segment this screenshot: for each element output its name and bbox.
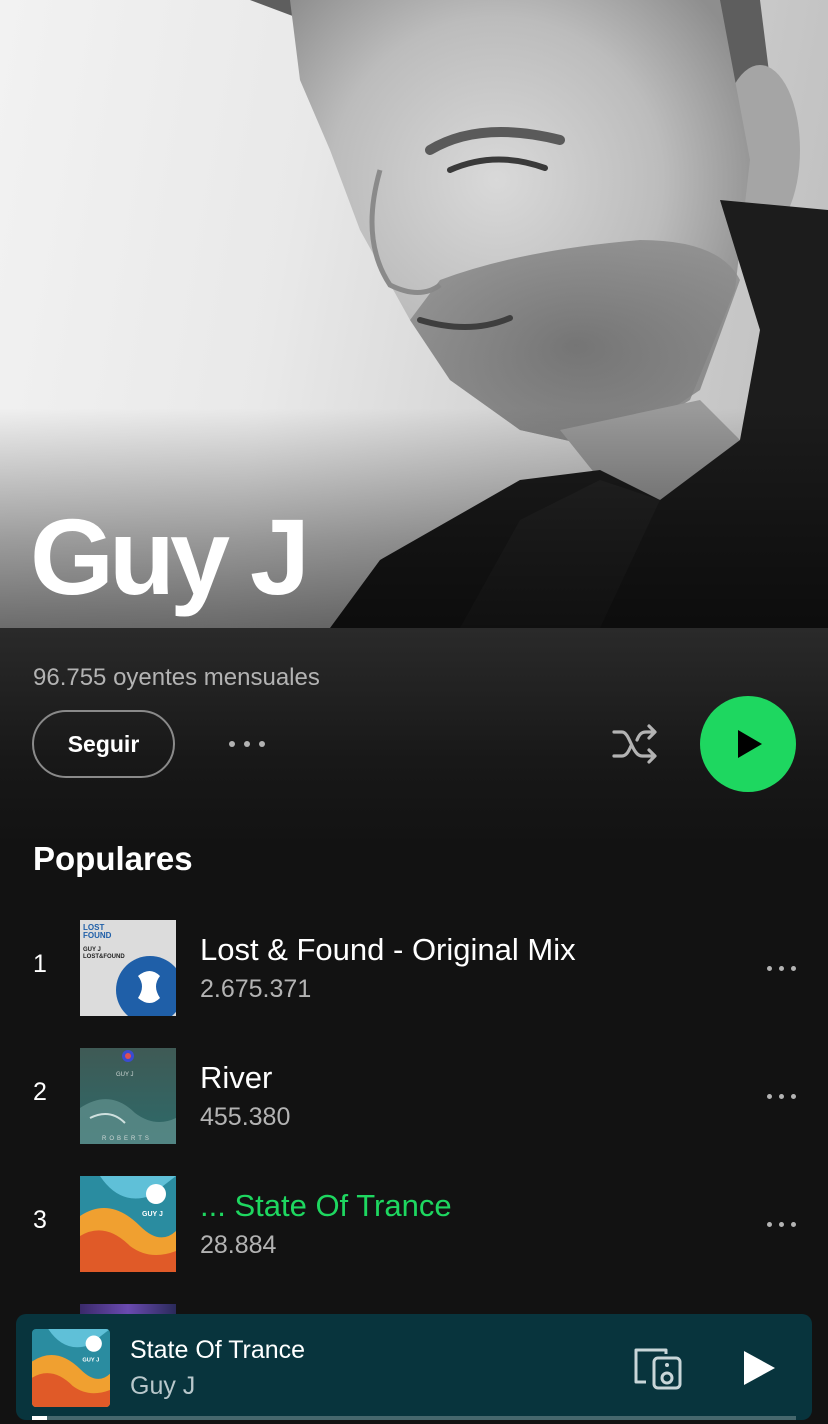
cover-text: ROBERTS xyxy=(102,1136,152,1142)
playback-progress-bar[interactable] xyxy=(32,1416,796,1420)
cover-text: GUY J xyxy=(82,1358,99,1364)
connect-devices-icon[interactable] xyxy=(632,1344,684,1390)
track-row[interactable]: 1 LOST FOUND GUY J LOST&FOUND Lost & Fou… xyxy=(0,920,828,1016)
track-plays: 455.380 xyxy=(200,1103,291,1131)
popular-section-title: Populares xyxy=(33,840,193,877)
track-title: River xyxy=(200,1060,273,1095)
now-playing-bar[interactable]: GUY J State Of Trance Guy J xyxy=(16,1314,812,1420)
track-plays: 2.675.371 xyxy=(200,975,312,1003)
playback-progress-fill xyxy=(32,1416,48,1420)
cover-text: GUY J xyxy=(83,947,101,953)
cover-text: GUY J xyxy=(116,1072,134,1078)
track-cover: GUY J xyxy=(80,1176,176,1272)
artist-hero-image: Guy J xyxy=(0,0,828,628)
track-more-icon[interactable] xyxy=(758,1206,804,1242)
artist-name: Guy J xyxy=(30,496,310,617)
artist-screen: Guy J 96.755 oyentes mensuales Seguir Po… xyxy=(0,0,828,1424)
more-options-icon[interactable] xyxy=(222,726,272,762)
play-icon[interactable] xyxy=(738,1348,778,1388)
now-playing-cover: GUY J xyxy=(32,1329,110,1407)
shuffle-icon[interactable] xyxy=(608,720,664,768)
play-button[interactable] xyxy=(700,696,796,792)
cover-text: FOUND xyxy=(83,931,112,940)
track-number: 2 xyxy=(33,1078,47,1106)
track-plays: 28.884 xyxy=(200,1231,277,1259)
monthly-listeners: 96.755 oyentes mensuales xyxy=(33,664,320,691)
track-title: ... State Of Trance xyxy=(200,1188,452,1223)
track-row[interactable]: 3 GUY J ... State Of Trance 28.884 xyxy=(0,1176,828,1272)
track-more-icon[interactable] xyxy=(758,950,804,986)
follow-button[interactable]: Seguir xyxy=(32,710,175,778)
track-row[interactable]: 2 GUY J ROBERTS River 455.380 xyxy=(0,1048,828,1144)
now-playing-artist: Guy J xyxy=(130,1372,196,1400)
track-cover: LOST FOUND GUY J LOST&FOUND xyxy=(80,920,176,1016)
cover-text: LOST&FOUND xyxy=(83,954,125,960)
track-more-icon[interactable] xyxy=(758,1078,804,1114)
cover-text: GUY J xyxy=(142,1211,163,1218)
play-icon xyxy=(738,730,762,758)
track-title: Lost & Found - Original Mix xyxy=(200,932,576,967)
track-cover: GUY J ROBERTS xyxy=(80,1048,176,1144)
now-playing-title: State Of Trance xyxy=(130,1336,306,1364)
track-number: 1 xyxy=(33,950,47,978)
track-number: 3 xyxy=(33,1206,47,1234)
